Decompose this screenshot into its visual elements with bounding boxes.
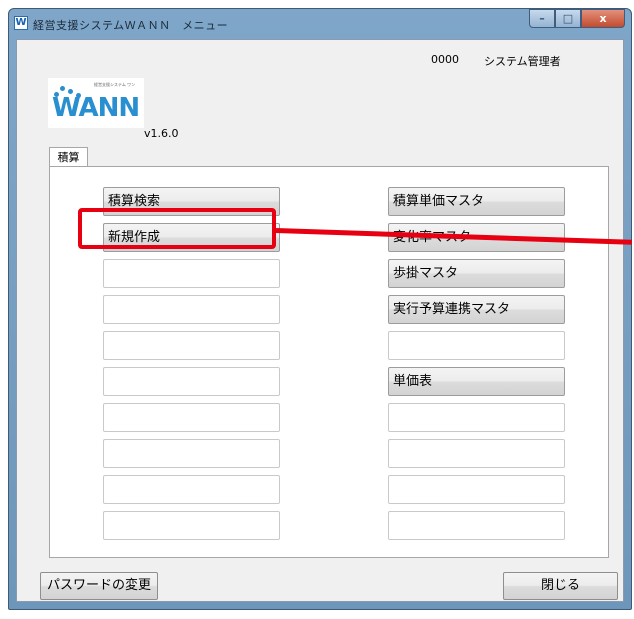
empty-button[interactable] [103, 439, 280, 468]
client-area: 0000 システム管理者 経営支援システム ワン WANN v1.6.0 積算 … [16, 39, 624, 602]
empty-button[interactable] [103, 295, 280, 324]
window-controls: – □ x [529, 9, 625, 28]
labor-rate-master-button[interactable]: 歩掛マスタ [388, 259, 565, 288]
wann-logo: 経営支援システム ワン WANN [48, 78, 144, 128]
logo-subtitle: 経営支援システム ワン [94, 82, 136, 87]
empty-button[interactable] [388, 403, 565, 432]
maximize-button[interactable]: □ [555, 9, 581, 28]
logo-text: WANN [52, 93, 140, 123]
empty-button[interactable] [388, 475, 565, 504]
tab-sekisan[interactable]: 積算 [49, 147, 88, 167]
user-name: システム管理者 [484, 55, 561, 68]
empty-button[interactable] [103, 403, 280, 432]
minimize-button[interactable]: – [529, 9, 555, 28]
empty-button[interactable] [103, 367, 280, 396]
title-bar[interactable]: W 経営支援システムＷＡＮＮ メニュー – □ x [9, 9, 631, 37]
close-window-button[interactable]: x [581, 9, 625, 28]
empty-button[interactable] [103, 511, 280, 540]
budget-link-master-button[interactable]: 実行予算連携マスタ [388, 295, 565, 324]
app-window: W 経営支援システムＷＡＮＮ メニュー – □ x 0000 システム管理者 経… [8, 8, 632, 610]
empty-button[interactable] [388, 331, 565, 360]
app-icon: W [14, 16, 28, 30]
unit-price-table-button[interactable]: 単価表 [388, 367, 565, 396]
user-code: 0000 [431, 53, 459, 66]
empty-button[interactable] [388, 511, 565, 540]
window-title: 経営支援システムＷＡＮＮ メニュー [33, 19, 229, 32]
empty-button[interactable] [388, 439, 565, 468]
password-change-button[interactable]: パスワードの変更 [40, 572, 158, 600]
version-label: v1.6.0 [144, 127, 179, 140]
unit-price-master-button[interactable]: 積算単価マスタ [388, 187, 565, 216]
sekisan-search-button[interactable]: 積算検索 [103, 187, 280, 216]
close-button[interactable]: 閉じる [503, 572, 618, 600]
empty-button[interactable] [103, 331, 280, 360]
empty-button[interactable] [103, 475, 280, 504]
new-create-button[interactable]: 新規作成 [103, 223, 280, 252]
empty-button[interactable] [103, 259, 280, 288]
